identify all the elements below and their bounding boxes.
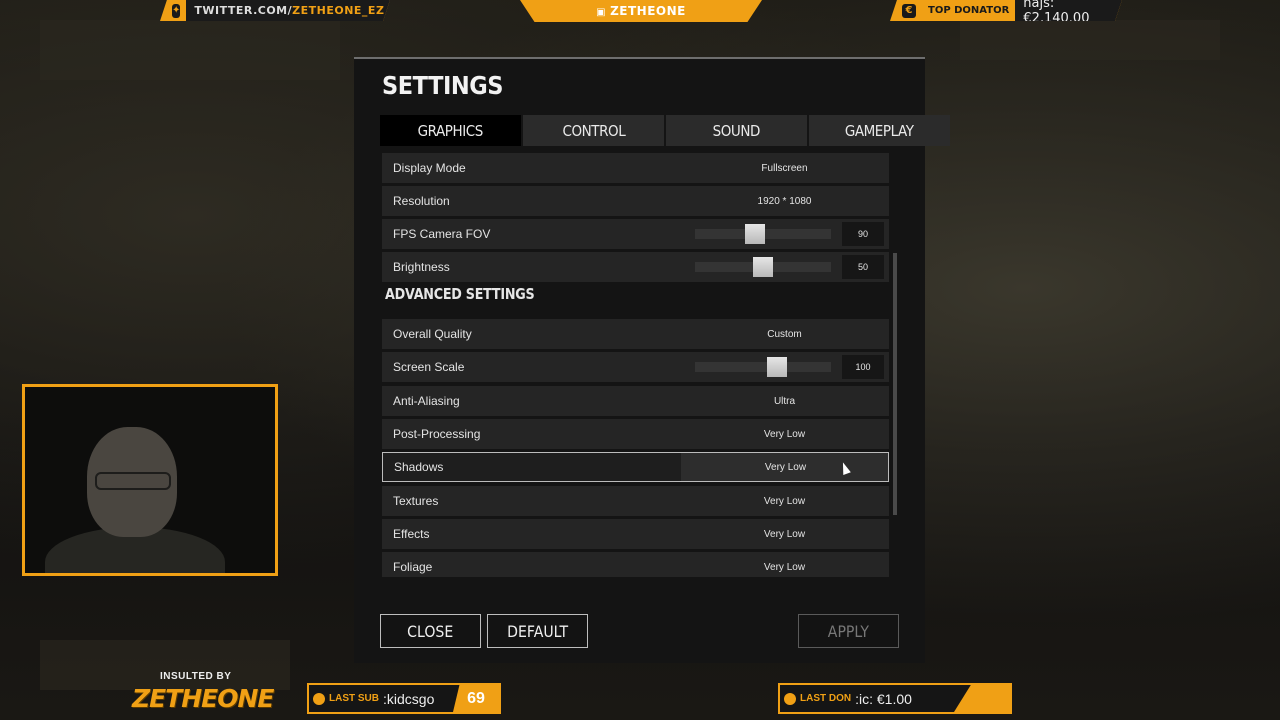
brightness-slider-thumb[interactable]: [753, 257, 773, 277]
setting-anti-aliasing[interactable]: Anti-Aliasing Ultra: [382, 386, 889, 416]
screen-scale-slider[interactable]: [695, 357, 831, 377]
setting-label: Display Mode: [393, 161, 466, 175]
setting-label: FPS Camera FOV: [393, 227, 491, 241]
settings-tabs: GRAPHICS CONTROL SOUND GAMEPLAY: [380, 115, 952, 146]
sub-icon: [313, 692, 325, 705]
background-menu-blur: [40, 20, 340, 80]
tab-graphics[interactable]: GRAPHICS: [380, 115, 521, 146]
setting-label: Resolution: [393, 194, 450, 208]
channel-logo: ZETHEONE: [132, 684, 275, 713]
fov-slider-thumb[interactable]: [744, 224, 765, 244]
donation-icon: €: [902, 3, 916, 18]
top-donator-label: TOP DONATOR: [928, 5, 1010, 16]
setting-value[interactable]: Very Low: [723, 462, 848, 473]
last-sub-bar: LAST SUB :kidcsgo 69: [307, 683, 501, 714]
channel-name: ZETHEONE: [610, 4, 686, 18]
close-button[interactable]: CLOSE: [380, 614, 481, 648]
setting-foliage[interactable]: Foliage Very Low: [382, 552, 889, 577]
setting-value[interactable]: 1920 * 1080: [722, 196, 847, 207]
channel-title: ▣ ZETHEONE: [596, 4, 686, 18]
setting-value[interactable]: Very Low: [722, 529, 847, 540]
apply-button-label: APPLY: [827, 621, 870, 641]
last-don-label: LAST DON: [800, 693, 852, 704]
screen-scale-value-box[interactable]: 100: [842, 355, 884, 379]
setting-value[interactable]: Custom: [722, 329, 847, 340]
top-donator-banner: € TOP DONATOR najs: €2,140.00: [890, 0, 1122, 21]
default-button-label: DEFAULT: [507, 621, 568, 641]
setting-value[interactable]: Ultra: [722, 396, 847, 407]
twitter-handle: ZETHEONE_EZ: [292, 4, 385, 17]
settings-title: SETTINGS: [382, 71, 504, 100]
twitter-text: TWITTER.COM/ZETHEONE_EZ: [186, 0, 390, 21]
last-don-stripe: [954, 685, 1010, 712]
last-don-label-wrap: LAST DON: [784, 692, 852, 705]
settings-list: Display Mode Fullscreen Resolution 1920 …: [382, 153, 889, 577]
top-donator-value: najs: €2,140.00: [1015, 0, 1122, 21]
setting-screen-scale: Screen Scale 100: [382, 352, 889, 382]
last-donation-bar: LAST DON :ic: €1.00: [778, 683, 1012, 714]
setting-overall-quality[interactable]: Overall Quality Custom: [382, 319, 889, 349]
brightness-slider[interactable]: [695, 257, 831, 277]
setting-label: Textures: [393, 494, 439, 508]
settings-scrollbar[interactable]: [893, 253, 897, 515]
setting-label: Effects: [393, 527, 430, 541]
twitter-icon: ✦: [172, 3, 181, 18]
twitter-banner: ✦ TWITTER.COM/ZETHEONE_EZ: [160, 0, 390, 21]
tab-control[interactable]: CONTROL: [523, 115, 664, 146]
twitter-prefix: TWITTER.COM/: [194, 4, 293, 17]
apply-button[interactable]: APPLY: [798, 614, 899, 648]
last-sub-value: :kidcsgo: [383, 690, 435, 707]
setting-label: Overall Quality: [393, 327, 472, 341]
setting-value[interactable]: Very Low: [722, 562, 847, 573]
screen-scale-slider-thumb[interactable]: [766, 357, 787, 377]
setting-value[interactable]: Very Low: [722, 429, 847, 440]
last-sub-label: LAST SUB: [329, 693, 379, 704]
setting-label: Foliage: [393, 560, 433, 574]
setting-shadows[interactable]: Shadows Very Low: [382, 452, 889, 482]
last-don-value: :ic: €1.00: [855, 690, 912, 707]
webcam-person-glasses: [95, 472, 171, 490]
webcam-feed: [22, 384, 278, 576]
tab-sound-label: SOUND: [712, 121, 761, 140]
setting-brightness: Brightness 50: [382, 252, 889, 282]
channel-banner: ▣ ZETHEONE: [520, 0, 762, 22]
setting-value[interactable]: Very Low: [722, 496, 847, 507]
setting-label: Brightness: [393, 260, 450, 274]
chat-icon: ▣: [596, 7, 607, 18]
settings-panel: SETTINGS GRAPHICS CONTROL SOUND GAMEPLAY…: [354, 57, 950, 663]
tab-control-label: CONTROL: [562, 121, 625, 140]
advanced-settings-title: ADVANCED SETTINGS: [385, 285, 535, 303]
setting-label: Shadows: [394, 460, 444, 474]
tab-gameplay[interactable]: GAMEPLAY: [809, 115, 950, 146]
setting-value[interactable]: Fullscreen: [722, 163, 847, 174]
insulted-by-label: INSULTED BY: [160, 671, 232, 682]
setting-textures[interactable]: Textures Very Low: [382, 486, 889, 516]
sub-count: 69: [453, 685, 499, 712]
default-button[interactable]: DEFAULT: [487, 614, 588, 648]
setting-fps-camera-fov: FPS Camera FOV 90: [382, 219, 889, 249]
fov-slider[interactable]: [695, 224, 831, 244]
setting-label: Screen Scale: [393, 360, 465, 374]
tab-sound[interactable]: SOUND: [666, 115, 807, 146]
background-profile-blur: [960, 20, 1220, 60]
donation-icon: [784, 692, 796, 705]
setting-label: Anti-Aliasing: [393, 394, 460, 408]
brightness-value-box[interactable]: 50: [842, 255, 884, 279]
close-button-label: CLOSE: [407, 621, 454, 641]
setting-resolution[interactable]: Resolution 1920 * 1080: [382, 186, 889, 216]
setting-post-processing[interactable]: Post-Processing Very Low: [382, 419, 889, 449]
tab-gameplay-label: GAMEPLAY: [845, 121, 914, 140]
setting-label: Post-Processing: [393, 427, 481, 441]
last-sub-label-wrap: LAST SUB: [313, 692, 379, 705]
setting-effects[interactable]: Effects Very Low: [382, 519, 889, 549]
fov-value-box[interactable]: 90: [842, 222, 884, 246]
setting-display-mode[interactable]: Display Mode Fullscreen: [382, 153, 889, 183]
background-start-blur: [40, 640, 290, 690]
tab-graphics-label: GRAPHICS: [417, 121, 484, 140]
